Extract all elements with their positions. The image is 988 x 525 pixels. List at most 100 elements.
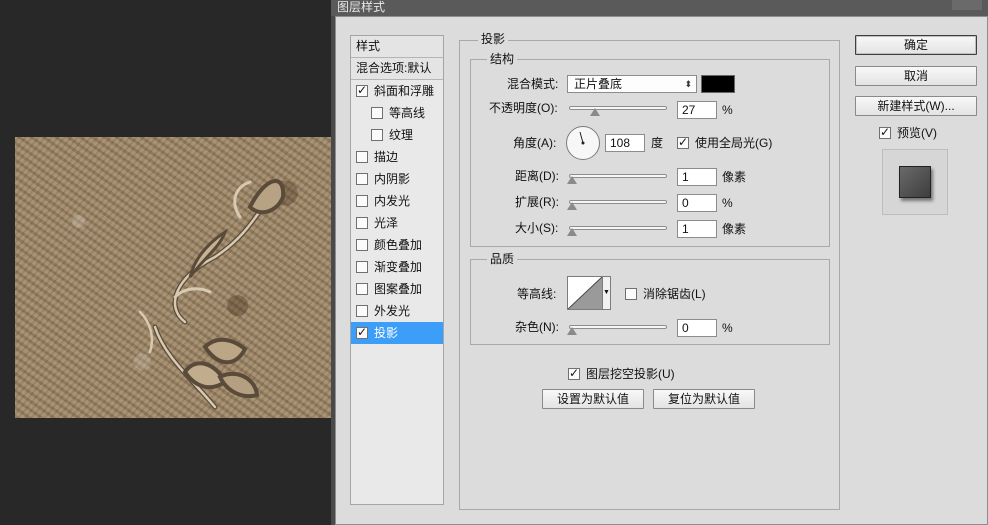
anti-alias-label: 消除锯齿(L) bbox=[643, 287, 706, 301]
styles-list: 样式 混合选项:默认 斜面和浮雕 等高线 纹理 描边 内阴影 内发光 光泽 bbox=[350, 35, 444, 505]
opacity-slider-thumb[interactable] bbox=[590, 108, 601, 116]
dialog-body: 样式 混合选项:默认 斜面和浮雕 等高线 纹理 描边 内阴影 内发光 光泽 bbox=[335, 16, 988, 525]
style-item-label: 等高线 bbox=[389, 106, 426, 120]
opacity-input[interactable]: 27 bbox=[677, 101, 717, 119]
size-slider[interactable] bbox=[569, 226, 667, 230]
contour-dropdown-arrow[interactable]: ▼ bbox=[603, 276, 611, 310]
size-unit: 像素 bbox=[722, 222, 747, 236]
size-input[interactable]: 1 bbox=[677, 220, 717, 238]
angle-dial[interactable] bbox=[566, 126, 600, 160]
pattern-overlay-checkbox[interactable] bbox=[356, 283, 368, 295]
preview-checkbox[interactable] bbox=[879, 127, 891, 139]
angle-input[interactable]: 108 bbox=[605, 134, 645, 152]
angle-dial-needle bbox=[579, 131, 585, 145]
blend-mode-select[interactable]: 正片叠底 ⬍ bbox=[567, 75, 697, 93]
shadow-color-swatch[interactable] bbox=[701, 75, 735, 93]
opacity-label: 不透明度(O): bbox=[489, 101, 558, 115]
noise-label: 杂色(N): bbox=[515, 320, 559, 334]
style-item-outer-glow[interactable]: 外发光 bbox=[351, 300, 443, 322]
angle-label: 角度(A): bbox=[513, 136, 557, 150]
spread-unit: % bbox=[722, 196, 733, 210]
inner-shadow-checkbox[interactable] bbox=[356, 173, 368, 185]
canvas-image bbox=[15, 137, 333, 418]
drop-shadow-panel: 投影 结构 混合模式: 正片叠底 ⬍ 不透明度(O): 27 % 角度(A): bbox=[459, 32, 840, 510]
make-default-button[interactable]: 设置为默认值 bbox=[542, 389, 644, 409]
noise-slider-thumb[interactable] bbox=[567, 327, 577, 335]
spread-input[interactable]: 0 bbox=[677, 194, 717, 212]
drop-shadow-checkbox[interactable] bbox=[356, 327, 368, 339]
style-item-label: 渐变叠加 bbox=[374, 260, 423, 274]
contour-label: 等高线: bbox=[517, 287, 557, 301]
layer-style-dialog: 图层样式 样式 混合选项:默认 斜面和浮雕 等高线 纹理 描边 内阴影 内发光 bbox=[331, 0, 988, 525]
style-item-label: 纹理 bbox=[389, 128, 414, 142]
style-item-color-overlay[interactable]: 颜色叠加 bbox=[351, 234, 443, 256]
gradient-overlay-checkbox[interactable] bbox=[356, 261, 368, 273]
distance-slider[interactable] bbox=[569, 174, 667, 178]
color-overlay-checkbox[interactable] bbox=[356, 239, 368, 251]
style-item-inner-glow[interactable]: 内发光 bbox=[351, 190, 443, 212]
style-item-label: 内发光 bbox=[374, 194, 411, 208]
structure-group: 结构 混合模式: 正片叠底 ⬍ 不透明度(O): 27 % 角度(A): 108… bbox=[470, 52, 830, 247]
style-item-drop-shadow[interactable]: 投影 bbox=[351, 322, 443, 344]
style-item-contour[interactable]: 等高线 bbox=[351, 102, 443, 124]
style-item-label: 外发光 bbox=[374, 304, 411, 318]
style-item-label: 颜色叠加 bbox=[374, 238, 423, 252]
preview-swatch bbox=[899, 166, 931, 198]
style-item-label: 斜面和浮雕 bbox=[374, 84, 435, 98]
global-light-checkbox[interactable] bbox=[677, 137, 689, 149]
chevron-down-icon: ▼ bbox=[603, 289, 610, 296]
new-style-button[interactable]: 新建样式(W)... bbox=[855, 96, 977, 116]
knockout-checkbox[interactable] bbox=[568, 368, 580, 380]
style-preview bbox=[882, 149, 948, 215]
contour-picker[interactable] bbox=[567, 276, 603, 310]
spread-label: 扩展(R): bbox=[515, 195, 559, 209]
reset-default-button[interactable]: 复位为默认值 bbox=[653, 389, 755, 409]
noise-slider[interactable] bbox=[569, 325, 667, 329]
inner-glow-checkbox[interactable] bbox=[356, 195, 368, 207]
styles-header[interactable]: 样式 bbox=[351, 36, 443, 58]
angle-unit: 度 bbox=[651, 136, 664, 150]
style-item-texture[interactable]: 纹理 bbox=[351, 124, 443, 146]
contour-checkbox[interactable] bbox=[371, 107, 383, 119]
satin-checkbox[interactable] bbox=[356, 217, 368, 229]
global-light-label: 使用全局光(G) bbox=[695, 136, 773, 150]
anti-alias-checkbox[interactable] bbox=[625, 288, 637, 300]
cancel-button[interactable]: 取消 bbox=[855, 66, 977, 86]
style-item-bevel-emboss[interactable]: 斜面和浮雕 bbox=[351, 80, 443, 102]
blend-options-item[interactable]: 混合选项:默认 bbox=[351, 58, 443, 80]
spread-slider[interactable] bbox=[569, 200, 667, 204]
distance-label: 距离(D): bbox=[515, 169, 559, 183]
contour-linear-icon bbox=[567, 276, 603, 310]
style-item-pattern-overlay[interactable]: 图案叠加 bbox=[351, 278, 443, 300]
distance-slider-thumb[interactable] bbox=[567, 176, 577, 184]
stroke-checkbox[interactable] bbox=[356, 151, 368, 163]
noise-input[interactable]: 0 bbox=[677, 319, 717, 337]
quality-title: 品质 bbox=[487, 252, 518, 266]
style-item-label: 光泽 bbox=[374, 216, 399, 230]
style-item-stroke[interactable]: 描边 bbox=[351, 146, 443, 168]
blend-mode-label: 混合模式: bbox=[507, 77, 559, 91]
select-arrows-icon: ⬍ bbox=[684, 79, 692, 89]
bevel-emboss-checkbox[interactable] bbox=[356, 85, 368, 97]
style-item-inner-shadow[interactable]: 内阴影 bbox=[351, 168, 443, 190]
style-item-label: 投影 bbox=[374, 326, 399, 340]
dialog-titlebar[interactable]: 图层样式 bbox=[331, 0, 988, 16]
quality-group: 品质 等高线: ▼ 消除锯齿(L) 杂色(N): 0 % bbox=[470, 252, 830, 345]
spread-slider-thumb[interactable] bbox=[567, 202, 577, 210]
style-item-label: 图案叠加 bbox=[374, 282, 423, 296]
distance-input[interactable]: 1 bbox=[677, 168, 717, 186]
opacity-slider[interactable] bbox=[569, 106, 667, 110]
knockout-label: 图层挖空投影(U) bbox=[586, 367, 675, 381]
texture-checkbox[interactable] bbox=[371, 129, 383, 141]
embossed-flower-art bbox=[138, 179, 286, 410]
ok-button[interactable]: 确定 bbox=[855, 35, 977, 55]
distance-unit: 像素 bbox=[722, 170, 747, 184]
drop-shadow-title: 投影 bbox=[478, 32, 509, 46]
outer-glow-checkbox[interactable] bbox=[356, 305, 368, 317]
style-item-label: 内阴影 bbox=[374, 172, 411, 186]
size-slider-thumb[interactable] bbox=[567, 228, 577, 236]
close-button[interactable] bbox=[952, 0, 982, 10]
structure-title: 结构 bbox=[487, 52, 518, 66]
style-item-satin[interactable]: 光泽 bbox=[351, 212, 443, 234]
style-item-gradient-overlay[interactable]: 渐变叠加 bbox=[351, 256, 443, 278]
